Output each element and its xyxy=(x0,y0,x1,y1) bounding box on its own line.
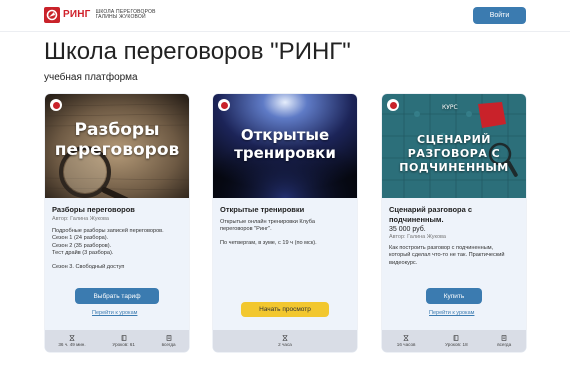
duration-stat: 36 ч. 49 мин. xyxy=(58,335,86,347)
brand-badge-icon xyxy=(218,99,230,111)
course-card-negotiation-reviews: Разборы переговоров Разборы переговоров … xyxy=(45,94,189,352)
lessons-stat: Уроков: 18 xyxy=(445,335,468,347)
course-card-subordinate-talk: КУРС СЦЕНАРИЙ РАЗГОВОРА С ПОДЧИНЕННЫМ Сц… xyxy=(382,94,526,352)
cover-title-line1: СЦЕНАРИЙ xyxy=(417,133,491,146)
cover-title-line2: переговоров xyxy=(54,140,180,160)
buy-button[interactable]: Купить xyxy=(426,288,482,304)
brand-badge-icon xyxy=(50,99,62,111)
description-note: Сезон 3. Свободный доступ xyxy=(52,263,125,270)
choose-plan-button[interactable]: Выбрать тариф xyxy=(75,288,159,304)
access-value: всегда xyxy=(497,342,512,347)
description-line: переговоров "Ринг". xyxy=(220,226,272,233)
cover-title-line1: Разборы xyxy=(74,120,160,140)
ring-logo-icon xyxy=(44,7,60,23)
cover-title-line1: Открытые xyxy=(240,126,330,144)
duration-value: 2 часа xyxy=(278,342,292,347)
logo-subtitle-line2: ГАЛИНЫ ЖУКОВОЙ xyxy=(95,14,146,20)
card-author: Автор: Галина Жукова xyxy=(389,234,446,240)
description-line: который сделал что-то не так. Практическ… xyxy=(389,252,505,259)
course-cover-image[interactable]: Разборы переговоров xyxy=(45,94,189,198)
cover-title-line2: тренировки xyxy=(234,144,336,162)
brand-badge-icon xyxy=(387,99,399,111)
infinity-icon xyxy=(166,335,171,341)
duration-value: 16 часов xyxy=(396,342,416,347)
card-title-line2[interactable]: подчиненным. xyxy=(389,215,519,225)
card-stats: 16 часов Уроков: 18 всегда xyxy=(382,330,526,352)
card-content: Открытые тренировки Открытые онлайн трен… xyxy=(220,205,350,247)
duration-value: 36 ч. 49 мин. xyxy=(58,342,86,347)
page-subtitle: учебная платформа xyxy=(44,72,138,83)
start-viewing-button[interactable]: Начать просмотр xyxy=(241,302,329,317)
description-line: Тест драйв (3 разбора). xyxy=(52,250,114,257)
login-button[interactable]: Войти xyxy=(473,7,526,24)
card-stats: 2 часа xyxy=(213,330,357,352)
lessons-stat: Уроков: 61 xyxy=(112,335,135,347)
course-badge: КУРС xyxy=(442,104,458,111)
logo-text: РИНГ xyxy=(63,9,91,20)
cover-title-line2: РАЗГОВОРА С xyxy=(407,147,501,160)
book-icon xyxy=(454,335,459,341)
description-line: видеокурс. xyxy=(389,259,418,266)
lessons-value: Уроков: 18 xyxy=(445,342,468,347)
go-to-lessons-link[interactable]: Перейти к урокам xyxy=(92,310,137,316)
hourglass-icon xyxy=(403,335,409,341)
description-note: По четвергам, в зуме, с 19 ч (по мск). xyxy=(220,239,317,246)
top-bar: РИНГ ШКОЛА ПЕРЕГОВОРОВ ГАЛИНЫ ЖУКОВОЙ Во… xyxy=(0,0,570,32)
description-line: Открытые онлайн тренировки Клуба xyxy=(220,219,315,225)
card-title-line1[interactable]: Сценарий разговора с xyxy=(389,205,519,215)
card-title[interactable]: Разборы переговоров xyxy=(52,205,182,215)
card-description: Подробные разборы записей переговоров. С… xyxy=(52,228,182,271)
card-description: Открытые онлайн тренировки Клуба перегов… xyxy=(220,219,350,247)
card-author: Автор: Галина Жукова xyxy=(52,216,109,222)
infinity-icon xyxy=(501,335,507,341)
card-price: 35 000 руб. xyxy=(389,226,426,233)
card-title[interactable]: Открытые тренировки xyxy=(220,205,350,215)
go-to-lessons-link[interactable]: Перейти к урокам xyxy=(429,310,474,316)
course-cover-image[interactable]: КУРС СЦЕНАРИЙ РАЗГОВОРА С ПОДЧИНЕННЫМ xyxy=(382,94,526,198)
duration-stat: 2 часа xyxy=(278,335,292,347)
duration-stat: 16 часов xyxy=(396,335,416,347)
card-stats: 36 ч. 49 мин. Уроков: 61 всегда xyxy=(45,330,189,352)
book-icon xyxy=(121,335,126,341)
page-title: Школа переговоров "РИНГ" xyxy=(44,38,351,65)
course-cover-image[interactable]: Открытые тренировки xyxy=(213,94,357,198)
card-content: Разборы переговоров Автор: Галина Жукова… xyxy=(52,205,182,271)
hourglass-icon xyxy=(69,335,75,341)
logo-subtitle: ШКОЛА ПЕРЕГОВОРОВ ГАЛИНЫ ЖУКОВОЙ xyxy=(95,9,156,21)
description-line: Подробные разборы записей переговоров. xyxy=(52,228,164,234)
card-description: Как построить разговор с подчиненным, ко… xyxy=(389,245,519,267)
site-logo[interactable]: РИНГ ШКОЛА ПЕРЕГОВОРОВ ГАЛИНЫ ЖУКОВОЙ xyxy=(44,7,156,23)
lessons-value: Уроков: 61 xyxy=(112,342,135,347)
cover-title-line3: ПОДЧИНЕННЫМ xyxy=(399,161,509,174)
description-line: Сезон 1 (24 разбора). xyxy=(52,235,109,242)
access-value: всегда xyxy=(161,342,176,347)
hourglass-icon xyxy=(282,335,288,341)
course-card-open-trainings: Открытые тренировки Открытые тренировки … xyxy=(213,94,357,352)
card-content: Сценарий разговора с подчиненным. 35 000… xyxy=(389,205,519,267)
access-stat: всегда xyxy=(162,335,176,347)
access-stat: всегда xyxy=(497,335,511,347)
